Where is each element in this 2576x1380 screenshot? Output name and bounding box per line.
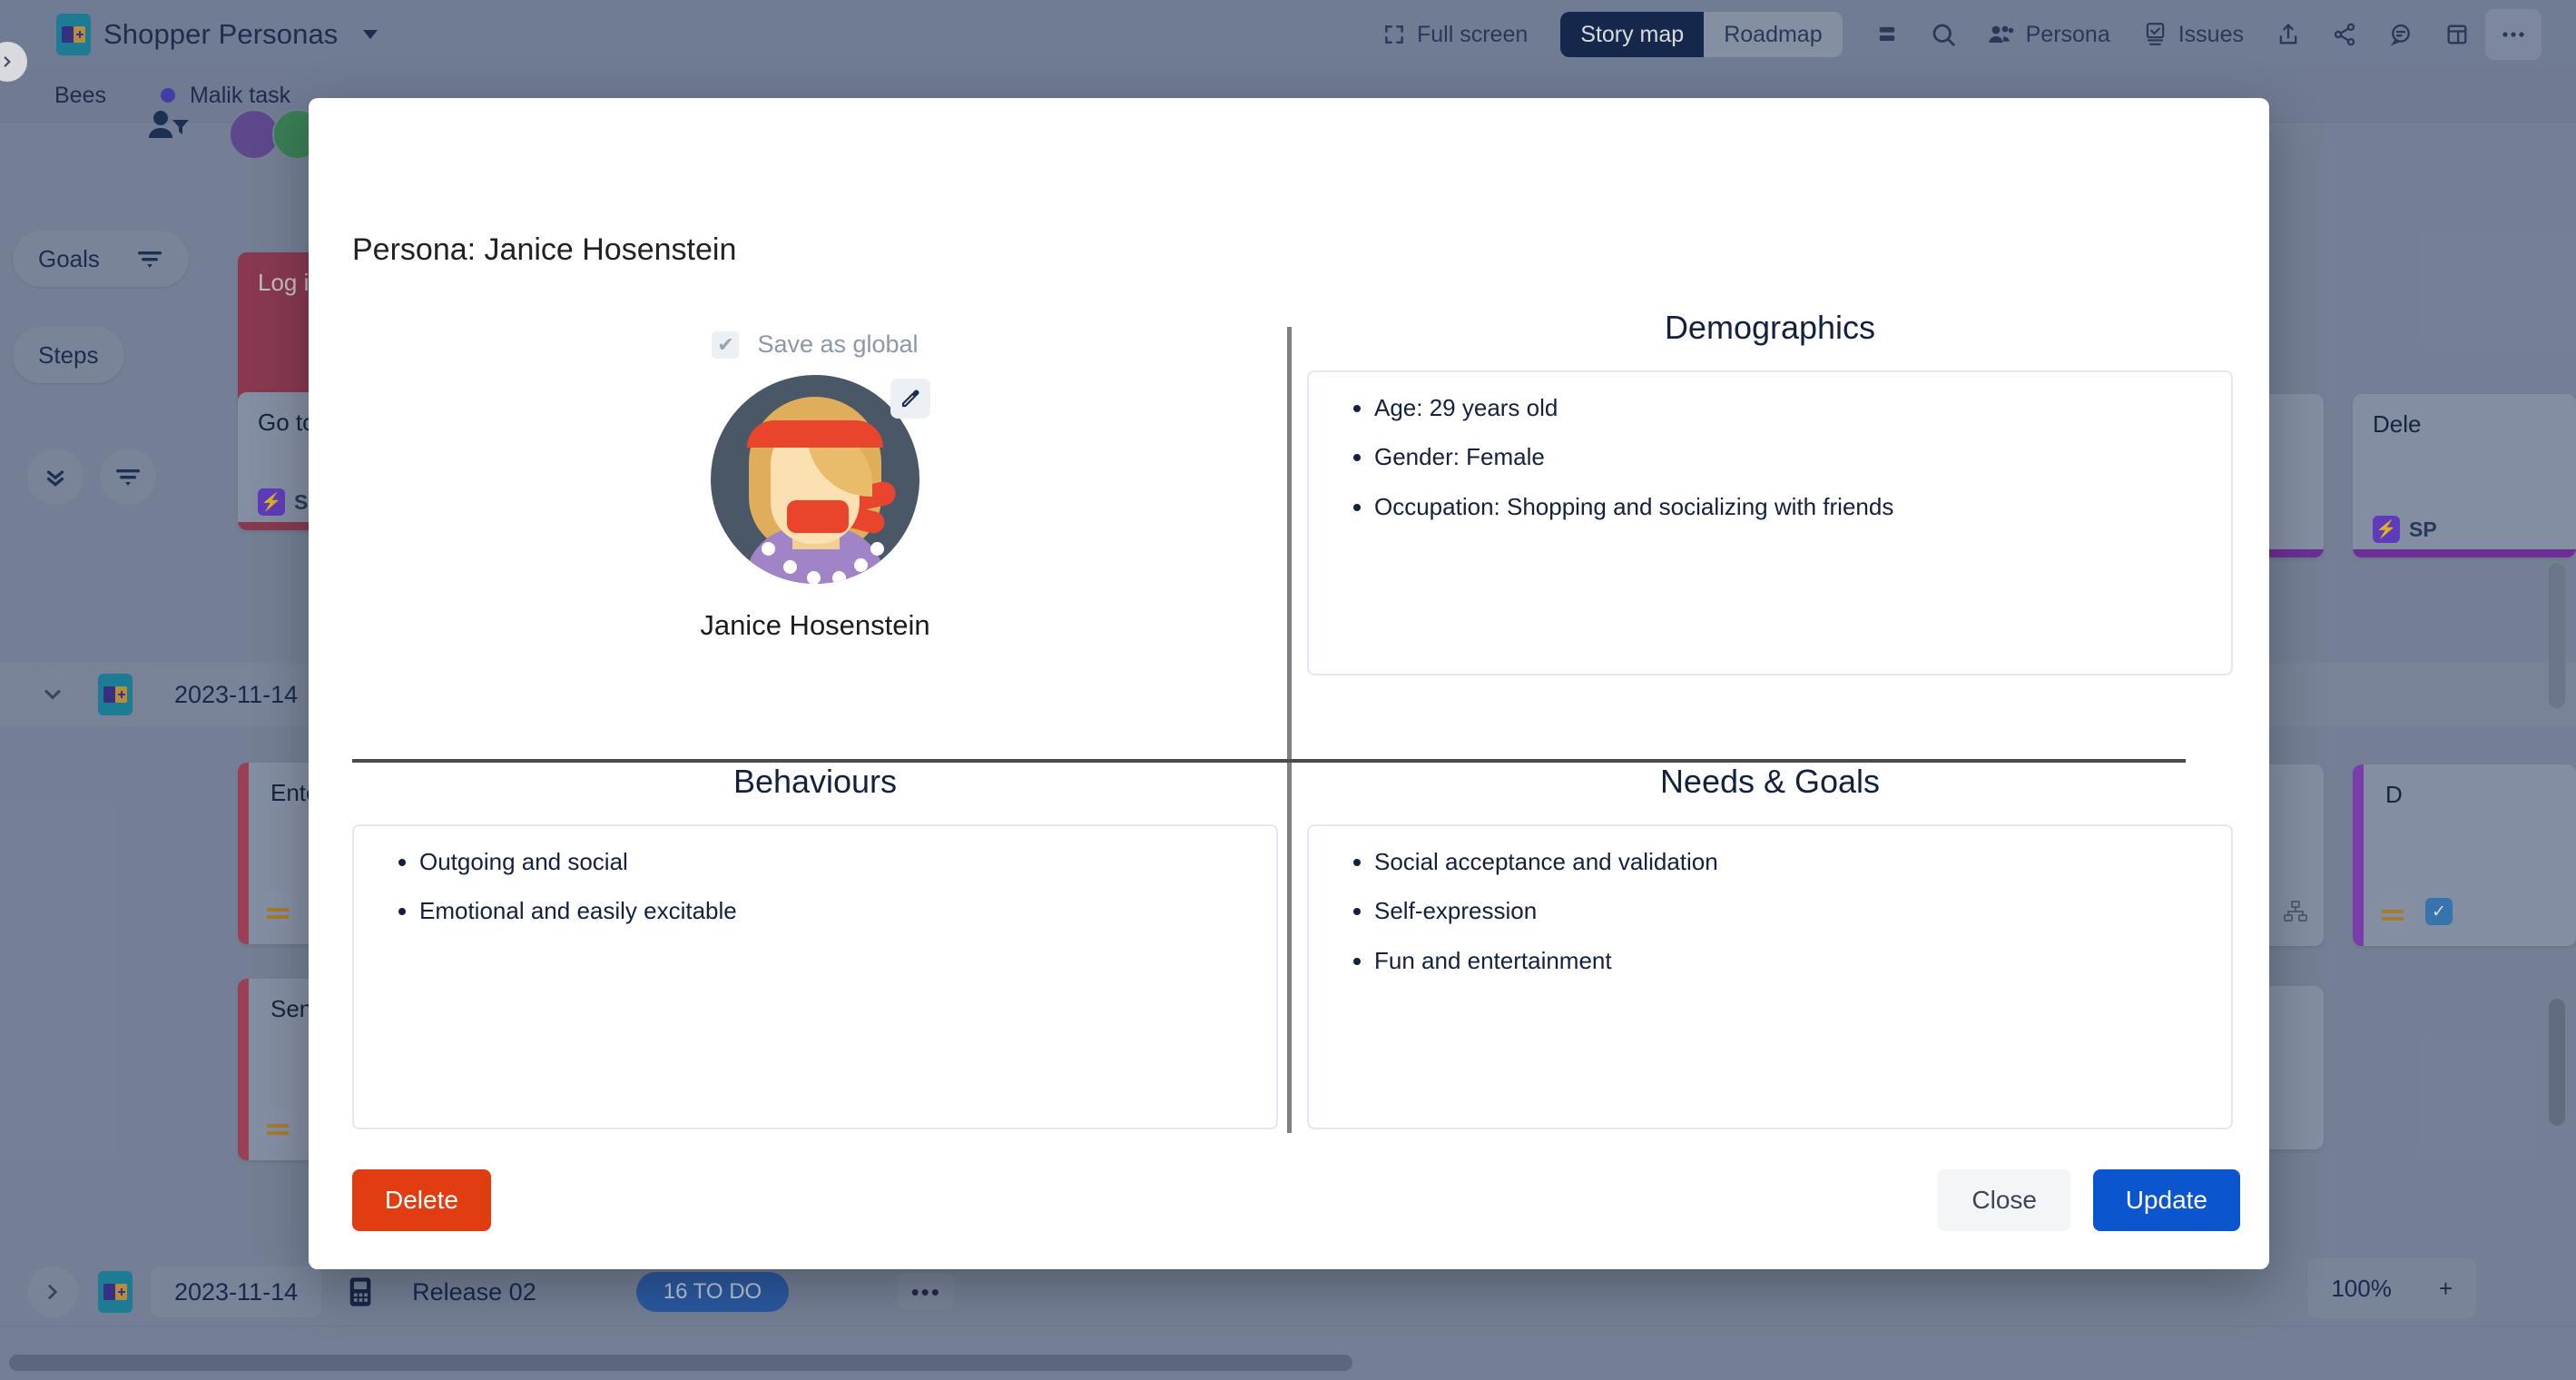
checkbox-check-icon[interactable]: ✔	[712, 330, 740, 359]
list-item: Gender: Female	[1374, 444, 2222, 469]
edit-avatar-button[interactable]	[890, 379, 930, 419]
needs-goals-box[interactable]: Social acceptance and validation Self-ex…	[1307, 824, 2233, 1129]
list-item: Social acceptance and validation	[1374, 849, 2222, 874]
vertical-divider	[1287, 327, 1292, 1189]
persona-avatar	[711, 375, 919, 584]
list-item: Emotional and easily excitable	[419, 898, 1267, 923]
demographics-panel: Demographics Age: 29 years old Gender: F…	[1307, 309, 2233, 754]
modal-footer: Delete Close Update	[309, 1133, 2269, 1269]
list-item: Age: 29 years old	[1374, 395, 2222, 420]
demographics-title: Demographics	[1664, 309, 1876, 346]
save-as-global-label: Save as global	[757, 330, 919, 358]
demographics-list: Age: 29 years old Gender: Female Occupat…	[1332, 395, 2222, 519]
behaviours-list: Outgoing and social Emotional and easily…	[378, 849, 1267, 924]
list-item: Fun and entertainment	[1374, 948, 2222, 973]
demographics-box[interactable]: Age: 29 years old Gender: Female Occupat…	[1307, 370, 2233, 675]
modal-title: Persona: Janice Hosenstein	[352, 232, 737, 267]
needs-goals-list: Social acceptance and validation Self-ex…	[1332, 849, 2222, 973]
update-button[interactable]: Update	[2092, 1169, 2240, 1231]
persona-identity-panel: ✔ Save as global Janice Hosenstein	[352, 309, 1278, 754]
persona-modal: Persona: Janice Hosenstein ✔ Save as glo…	[309, 98, 2269, 1269]
save-as-global-toggle[interactable]: ✔ Save as global	[352, 330, 1278, 359]
persona-name: Janice Hosenstein	[700, 609, 930, 641]
list-item: Occupation: Shopping and socializing wit…	[1374, 494, 2222, 519]
list-item: Self-expression	[1374, 898, 2222, 923]
pencil-icon	[900, 388, 921, 409]
behaviours-box[interactable]: Outgoing and social Emotional and easily…	[352, 824, 1278, 1129]
needs-goals-title: Needs & Goals	[1659, 763, 1881, 800]
behaviours-title: Behaviours	[732, 763, 898, 800]
avatar-wrapper	[711, 375, 930, 584]
close-button[interactable]: Close	[1937, 1169, 2071, 1231]
list-item: Outgoing and social	[419, 849, 1267, 874]
delete-button[interactable]: Delete	[352, 1169, 491, 1231]
modal-body: ✔ Save as global Janice Hosenstein Demog…	[309, 309, 2269, 1235]
